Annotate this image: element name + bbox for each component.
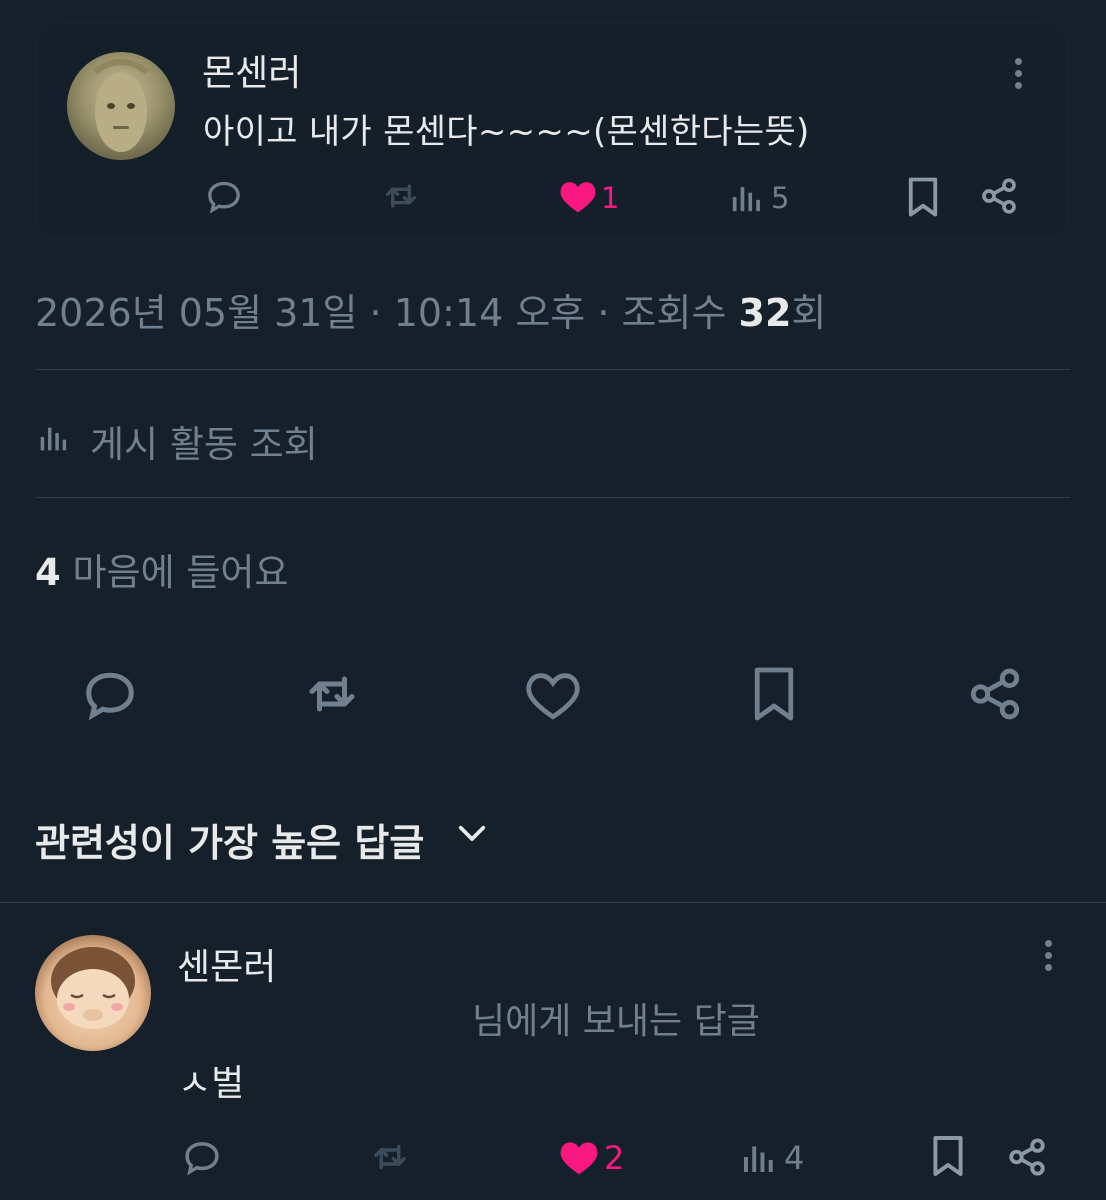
heart-outline-icon[interactable] bbox=[524, 668, 582, 722]
reply-sort-label: 관련성이 가장 높은 답글 bbox=[35, 821, 425, 865]
likes-summary[interactable]: 4 마음에 들어요 bbox=[35, 542, 289, 596]
meta-separator: · bbox=[369, 291, 382, 335]
share-icon[interactable] bbox=[1006, 1136, 1048, 1178]
heart-filled-icon[interactable] bbox=[558, 1138, 600, 1176]
post-activity-link[interactable]: 게시 활동 조회 bbox=[38, 412, 458, 466]
meta-separator: · bbox=[597, 291, 610, 335]
divider bbox=[35, 497, 1070, 498]
bookmark-icon[interactable] bbox=[930, 1134, 966, 1178]
views-value: 32 bbox=[738, 291, 792, 335]
share-icon[interactable] bbox=[966, 664, 1024, 724]
post-timestamp-views: 2026년 05월 31일 · 10:14 오후 · 조회수 32회 bbox=[35, 282, 826, 337]
reply-icon[interactable] bbox=[204, 176, 244, 216]
reply-view-count: 4 bbox=[784, 1139, 805, 1177]
share-icon[interactable] bbox=[979, 176, 1019, 216]
likes-label: 마음에 들어요 bbox=[72, 551, 289, 594]
reply-text: ㅅ벌 bbox=[178, 1063, 245, 1104]
heart-filled-icon[interactable] bbox=[558, 178, 598, 214]
reply-author-name[interactable]: 센몬러 bbox=[177, 938, 276, 990]
views-label: 조회수 bbox=[621, 291, 727, 335]
views-icon[interactable] bbox=[741, 1139, 777, 1175]
bookmark-icon[interactable] bbox=[750, 664, 798, 724]
quoted-view-count: 5 bbox=[771, 181, 790, 215]
reply-icon[interactable] bbox=[80, 664, 140, 724]
likes-count: 4 bbox=[35, 551, 61, 594]
activity-chart-icon bbox=[38, 421, 70, 453]
more-icon[interactable] bbox=[1015, 58, 1022, 94]
reply-sort-dropdown[interactable]: 관련성이 가장 높은 답글 bbox=[35, 808, 505, 865]
divider bbox=[0, 902, 1106, 903]
views-icon[interactable] bbox=[730, 180, 764, 214]
retweet-icon[interactable] bbox=[380, 176, 422, 216]
reply-icon[interactable] bbox=[181, 1136, 223, 1178]
quoted-author-avatar[interactable] bbox=[67, 52, 175, 160]
reply-author-avatar[interactable] bbox=[35, 935, 151, 1051]
divider bbox=[35, 369, 1070, 370]
chevron-down-icon bbox=[457, 822, 487, 846]
retweet-icon[interactable] bbox=[300, 664, 364, 724]
post-time: 10:14 오후 bbox=[393, 291, 586, 335]
quoted-like-count: 1 bbox=[601, 181, 620, 215]
retweet-icon[interactable] bbox=[368, 1136, 412, 1178]
quoted-author-name[interactable]: 몬센러 bbox=[202, 44, 301, 96]
quoted-post-text: 아이고 내가 몬센다~~~~(몬센한다는뜻) bbox=[203, 112, 810, 152]
post-activity-label: 게시 활동 조회 bbox=[90, 423, 318, 466]
reply-to-label: 님에게 보내는 답글 bbox=[472, 1001, 760, 1042]
reply-like-count: 2 bbox=[604, 1139, 625, 1177]
more-icon[interactable] bbox=[1045, 940, 1052, 976]
views-suffix: 회 bbox=[791, 291, 827, 335]
post-date: 2026년 05월 31일 bbox=[35, 291, 358, 335]
bookmark-icon[interactable] bbox=[905, 176, 941, 218]
